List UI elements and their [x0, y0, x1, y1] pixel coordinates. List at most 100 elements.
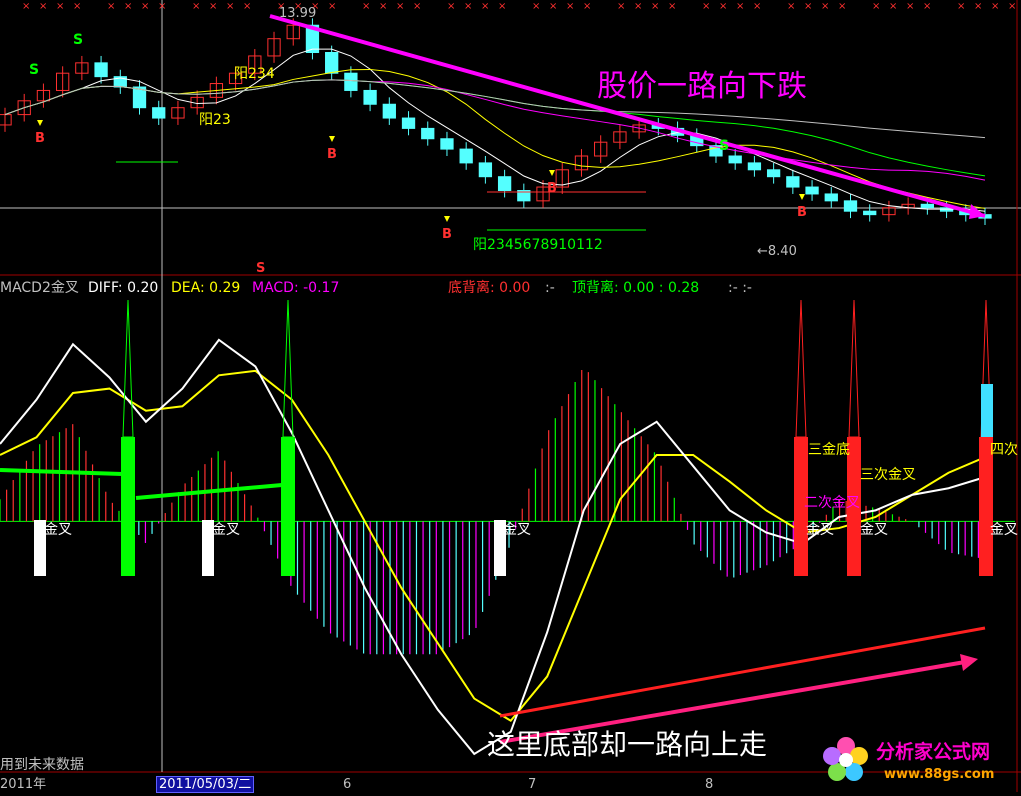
candle-body: [863, 210, 877, 216]
sell-signal-letter: S: [29, 62, 39, 78]
top-marker: ×: [804, 1, 812, 12]
trend-segment: [0, 468, 123, 476]
candle-body: [843, 200, 858, 212]
candle-body: [459, 148, 473, 164]
fourth-cross-label: 四次: [990, 442, 1018, 458]
candle-body: [440, 138, 454, 150]
candle-body: [344, 72, 358, 91]
dea-line: [0, 369, 986, 723]
top-marker: ×: [158, 1, 166, 12]
top-marker: ×: [787, 1, 795, 12]
top-marker: ×: [396, 1, 404, 12]
candle-body: [824, 193, 838, 202]
top-marker: ×: [226, 1, 234, 12]
top-marker: ×: [719, 1, 727, 12]
trend-segment: [135, 483, 283, 500]
third-cross-label: 三次金叉: [860, 467, 916, 483]
signal-spike: [282, 299, 294, 438]
signal-spike-block: [121, 437, 135, 576]
buy-arrow: [799, 194, 805, 200]
sell-signal-letter: S: [719, 138, 729, 154]
top-marker: ×: [838, 1, 846, 12]
candle-body: [325, 52, 339, 74]
yang-label-2: 阳23: [199, 112, 231, 128]
top-marker: ×: [702, 1, 710, 12]
flower-icon: [823, 737, 868, 781]
watermark-brand: 分析家公式网: [876, 741, 991, 763]
golden-cross-label-4: 金叉: [806, 522, 834, 538]
candle-body: [920, 203, 935, 209]
top-marker: ×: [974, 1, 982, 12]
separator-2: :- :-: [728, 280, 752, 296]
moving-average-line: [4, 48, 986, 212]
top-marker: ×: [668, 1, 676, 12]
buy-signal-letter: B: [547, 181, 557, 196]
separator-1: :-: [545, 280, 555, 296]
signal-spike: [122, 299, 134, 438]
candle-body: [747, 162, 762, 171]
candle-body: [382, 103, 396, 119]
top-marker: ×: [464, 1, 472, 12]
buy-arrow: [444, 216, 450, 222]
bottom-divergence-value: 底背离: 0.00: [448, 280, 531, 296]
top-marker: ×: [107, 1, 115, 12]
top-marker: ×: [141, 1, 149, 12]
top-marker: ×: [1008, 1, 1016, 12]
candle-body: [478, 162, 493, 178]
golden-cross-label-3: 金叉: [503, 522, 531, 538]
top-marker: ×: [22, 1, 30, 12]
top-marker: ×: [124, 1, 132, 12]
cursor-date-label[interactable]: 2011/05/03/二: [156, 776, 255, 793]
top-marker: ×: [362, 1, 370, 12]
top-marker: ×: [872, 1, 880, 12]
candle-body: [766, 169, 781, 178]
candle-body: [728, 155, 742, 164]
bottom-rising-arrowhead: [960, 654, 978, 671]
top-marker: ×: [583, 1, 591, 12]
axis-month-7: 7: [528, 777, 537, 792]
candle-body: [152, 107, 166, 119]
indicator-name: MACD2金叉: [0, 280, 79, 296]
buy-signal-letter: B: [35, 131, 45, 146]
axis-month-8: 8: [705, 777, 714, 792]
top-marker: ×: [906, 1, 914, 12]
signal-spike: [795, 299, 807, 438]
golden-cross-label-5: 金叉: [860, 522, 888, 538]
top-marker: ×: [447, 1, 455, 12]
headline-annotation: 股价一路向下跌: [597, 69, 807, 104]
moving-average-line: [4, 79, 986, 177]
top-marker: ×: [957, 1, 965, 12]
candle-body: [421, 127, 435, 140]
chart-stage: × × × × × × × × × × × × × × × × × × × × × × × × × × × × × × × × × × × × × × × ×…: [0, 0, 1021, 793]
downtrend-line: [269, 14, 986, 218]
second-cross-label: 二次金叉: [804, 495, 860, 511]
top-marker: ×: [56, 1, 64, 12]
dea-value: DEA: 0.29: [171, 280, 241, 296]
top-marker: ×: [889, 1, 897, 12]
candle-body: [363, 89, 377, 105]
top-marker: ×: [39, 1, 47, 12]
top-marker: ×: [736, 1, 744, 12]
golden-cross-label-2: 金叉: [212, 522, 240, 538]
low-price-label: ←8.40: [757, 244, 797, 259]
fourth-cross-block: [981, 384, 993, 437]
top-marker: ×: [498, 1, 506, 12]
top-marker: ×: [413, 1, 421, 12]
third-bottom-label: 三金底: [808, 442, 850, 458]
top-marker: ×: [821, 1, 829, 12]
candle-body: [401, 117, 416, 129]
macd-value: MACD: -0.17: [252, 280, 340, 296]
buy-arrow: [549, 170, 555, 176]
bottom-rising-note: 这里底部却一路向上走: [487, 728, 768, 761]
yang-label-1: 阳234: [234, 66, 275, 82]
top-marker: ×: [634, 1, 642, 12]
golden-cross-label-6: 金叉: [990, 522, 1018, 538]
top-marker: ×: [481, 1, 489, 12]
top-marker: ×: [753, 1, 761, 12]
signal-spike: [848, 299, 860, 438]
diff-value: DIFF: 0.20: [88, 280, 159, 296]
candle-body: [497, 176, 512, 191]
chart-canvas: × × × × × × × × × × × × × × × × × × × × × × × × × × × × × × × × × × × × × × × ×…: [0, 0, 1021, 792]
top-marker: ×: [379, 1, 387, 12]
golden-cross-label-1: 金叉: [44, 522, 72, 538]
